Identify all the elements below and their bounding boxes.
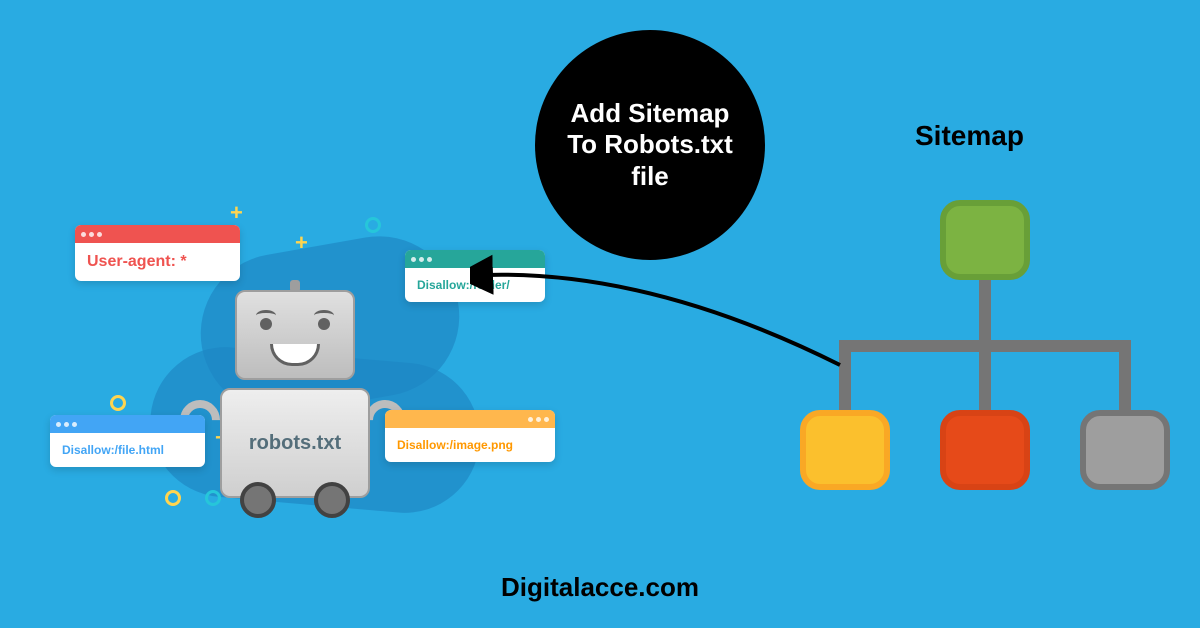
popup-content: Disallow:/file.html — [50, 433, 205, 467]
popup-titlebar — [385, 410, 555, 428]
popup-content: User-agent: * — [75, 243, 240, 281]
robot-body-group: robots.txt — [235, 290, 355, 498]
callout-circle: Add Sitemap To Robots.txt file — [535, 30, 765, 260]
sitemap-label: Sitemap — [915, 120, 1024, 152]
tree-node-child — [1080, 410, 1170, 490]
tree-connector — [1119, 340, 1131, 415]
tree-connector — [979, 340, 991, 415]
robot-wheel-icon — [240, 482, 276, 518]
footer-credit: Digitalacce.com — [501, 572, 699, 603]
tree-node-root — [940, 200, 1030, 280]
popup-content: Disallow:/image.png — [385, 428, 555, 462]
popup-window-blue: Disallow:/file.html — [50, 415, 205, 467]
tree-node-child — [940, 410, 1030, 490]
robot-mouth-icon — [270, 344, 320, 366]
robot-chest: robots.txt — [220, 388, 370, 498]
sitemap-tree — [800, 200, 1180, 520]
popup-window-orange: Disallow:/image.png — [385, 410, 555, 462]
robot-eye-icon — [260, 318, 272, 330]
circle-icon — [110, 395, 126, 411]
robot-head — [235, 290, 355, 380]
circle-icon — [165, 490, 181, 506]
plus-icon: + — [230, 200, 243, 226]
plus-icon: + — [295, 230, 308, 256]
robot-body-label: robots.txt — [249, 432, 341, 455]
circle-icon — [205, 490, 221, 506]
popup-window-red: User-agent: * — [75, 225, 240, 281]
robot-wheel-icon — [314, 482, 350, 518]
circle-icon — [365, 217, 381, 233]
tree-node-child — [800, 410, 890, 490]
callout-text: Add Sitemap To Robots.txt file — [555, 98, 745, 192]
robot-eye-icon — [318, 318, 330, 330]
popup-titlebar — [75, 225, 240, 243]
popup-titlebar — [50, 415, 205, 433]
tree-connector — [979, 280, 991, 340]
